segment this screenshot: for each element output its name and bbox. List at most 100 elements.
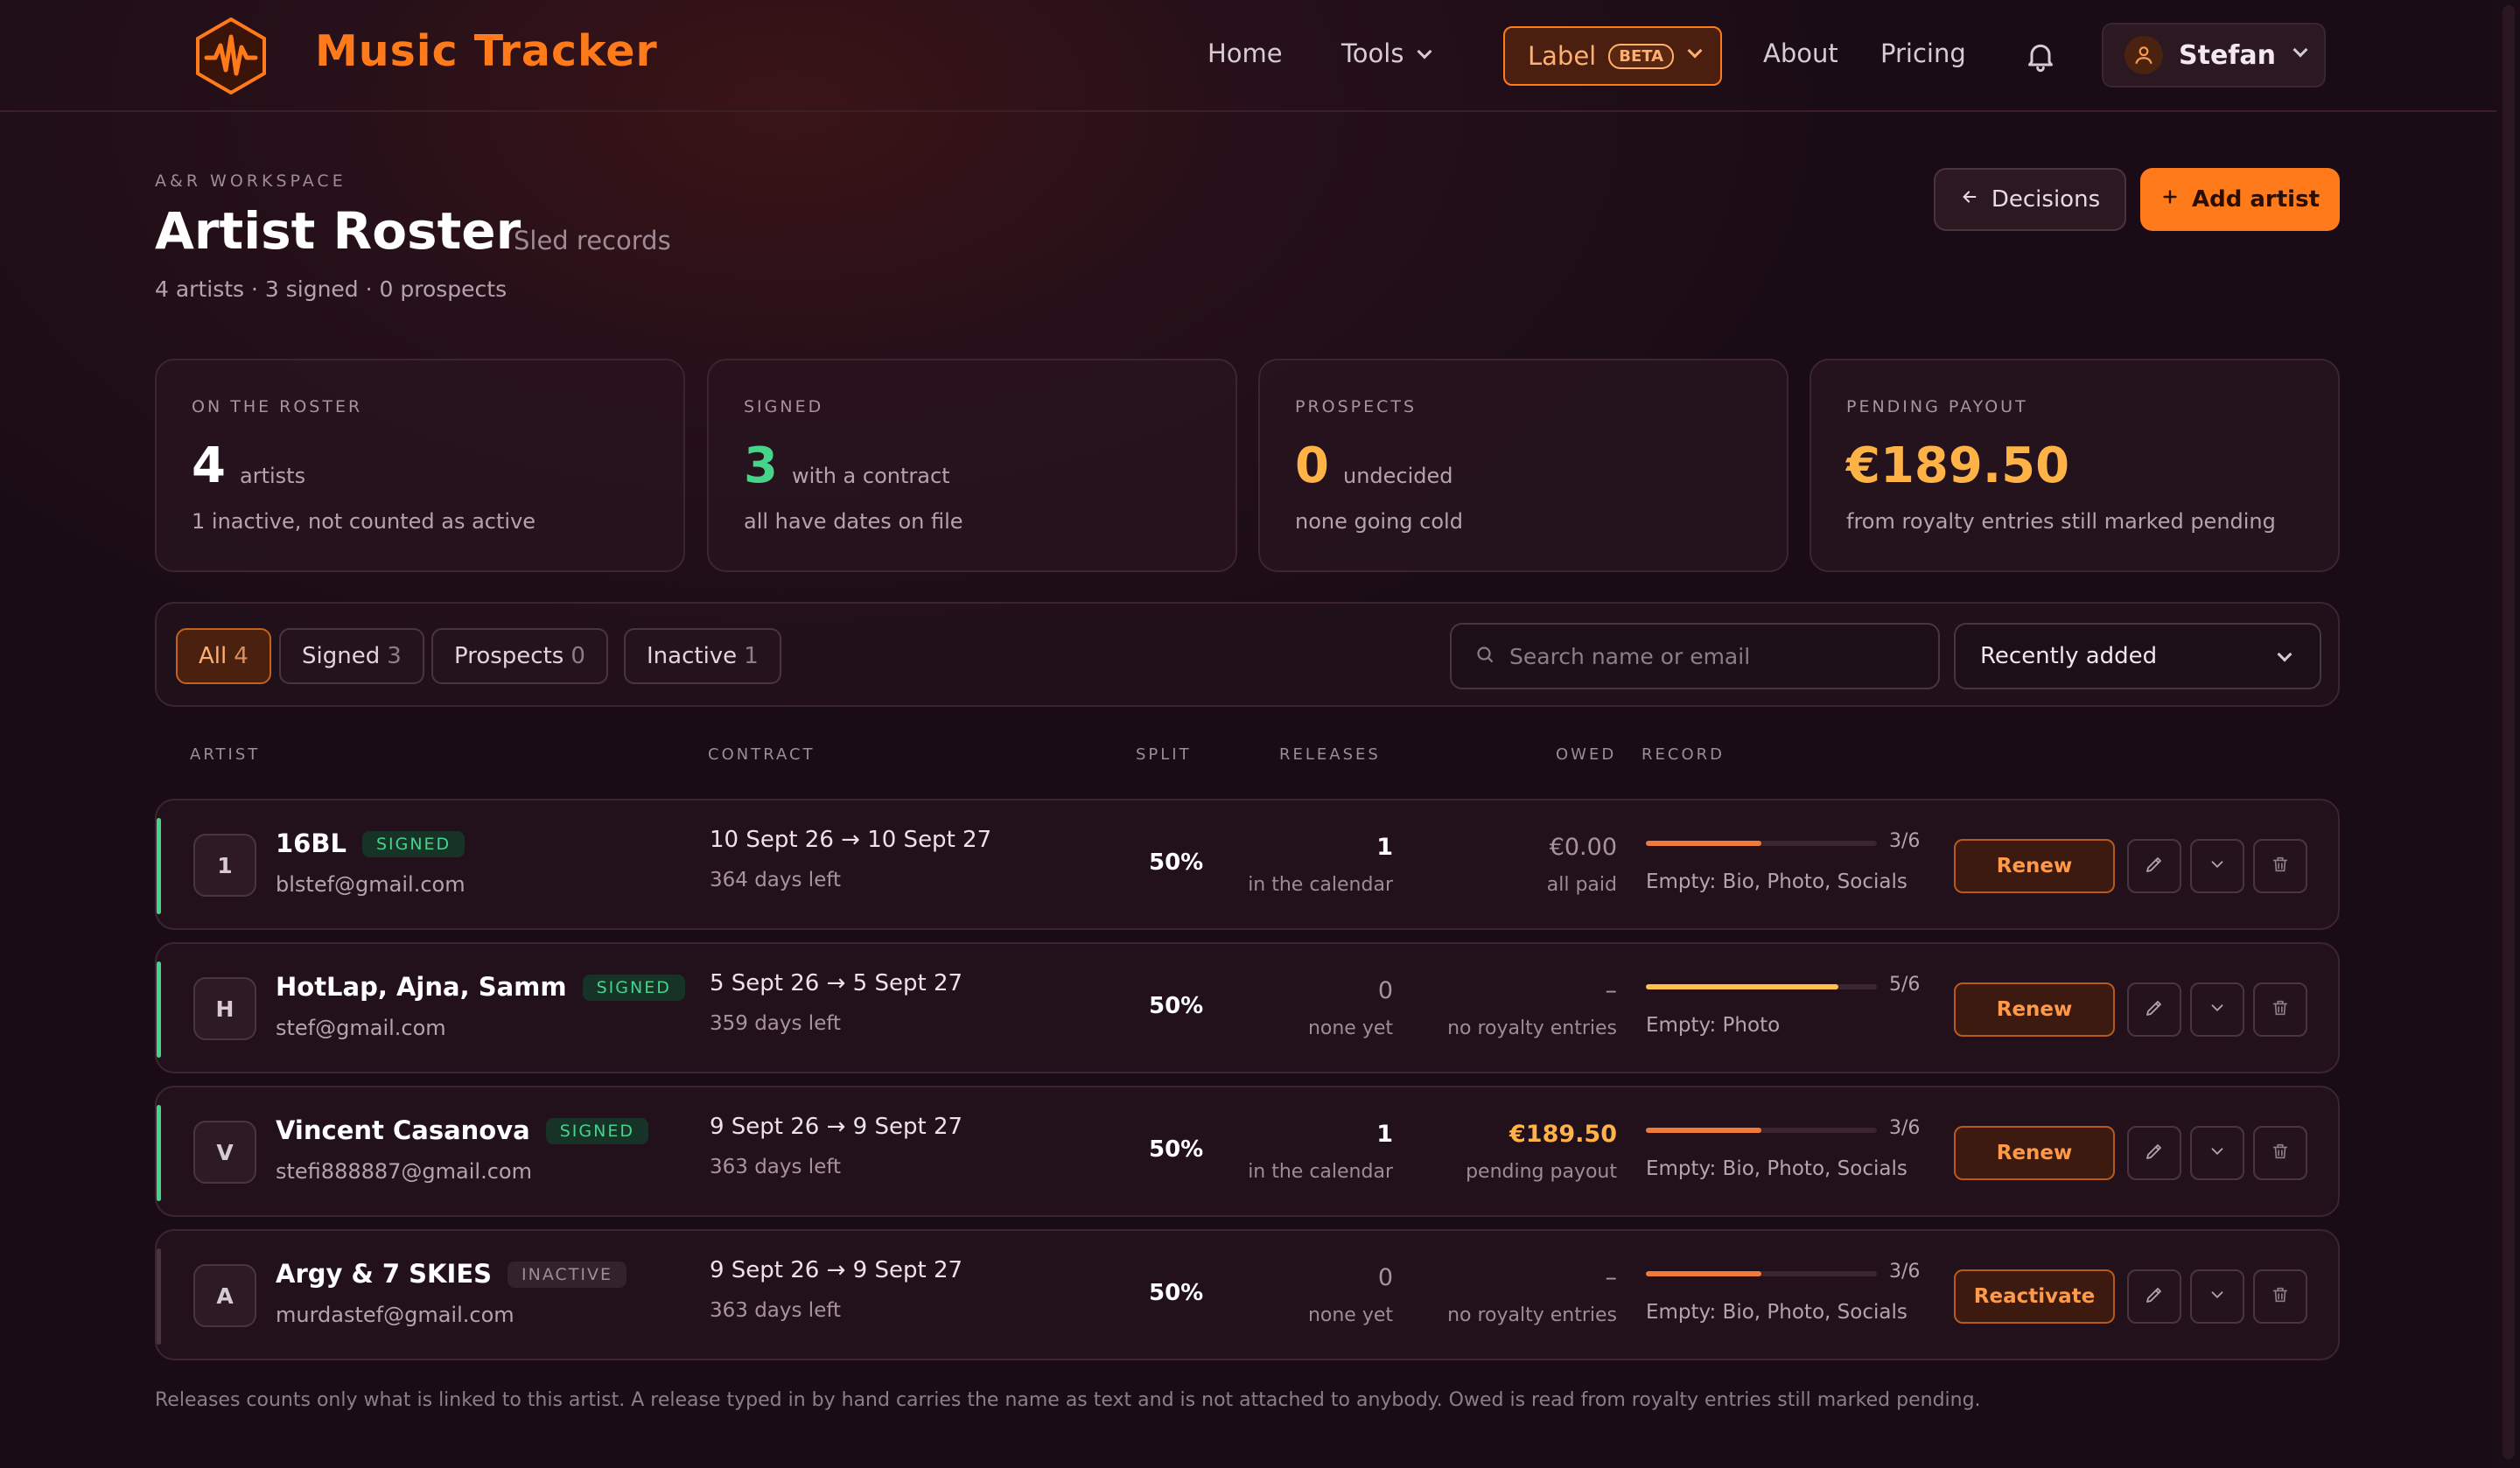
nav-home[interactable]: Home [1208, 38, 1283, 68]
delete-button[interactable] [2253, 1126, 2307, 1180]
releases-count: 0 [1377, 1264, 1393, 1291]
arrow-left-icon [1960, 186, 1979, 213]
record-progress-fill [1646, 984, 1838, 989]
nav-tools[interactable]: Tools [1341, 38, 1432, 68]
contract-days-left: 363 days left [710, 1156, 842, 1178]
row-status-accent [157, 961, 161, 1058]
releases-note: in the calendar [1248, 874, 1393, 896]
delete-button[interactable] [2253, 1269, 2307, 1324]
status-badge: SIGNED [545, 1118, 648, 1144]
chevron-down-icon [2277, 647, 2292, 662]
table-row[interactable]: A Argy & 7 SKIES INACTIVE murdastef@gmail… [155, 1229, 2340, 1360]
filter-chip-label: Prospects [454, 643, 564, 669]
table-footnote: Releases counts only what is linked to t… [155, 1389, 1981, 1411]
record-progress-text: 3/6 [1889, 1261, 1921, 1283]
split-value: 50% [1149, 993, 1204, 1019]
column-header-artist[interactable]: ARTIST [190, 745, 260, 764]
edit-button[interactable] [2127, 1126, 2181, 1180]
artist-name[interactable]: Argy & 7 SKIES INACTIVE [276, 1259, 626, 1290]
avatar: A [193, 1264, 256, 1327]
artist-name-text: Argy & 7 SKIES [276, 1259, 493, 1289]
expand-button[interactable] [2190, 839, 2244, 893]
row-status-accent [157, 1248, 161, 1345]
column-header-split[interactable]: SPLIT [1136, 745, 1192, 764]
renew-button[interactable]: Renew [1954, 1126, 2115, 1180]
decisions-label: Decisions [1991, 186, 2101, 213]
renew-button[interactable]: Renew [1954, 982, 2115, 1037]
trash-icon [2271, 1285, 2290, 1308]
artist-name[interactable]: Vincent Casanova SIGNED [276, 1115, 648, 1147]
split-value: 50% [1149, 1280, 1204, 1306]
expand-button[interactable] [2190, 1126, 2244, 1180]
stat-card-signed: SIGNED 3 with a contract all have dates … [707, 359, 1237, 572]
user-name: Stefan [2179, 39, 2276, 71]
scrollbar-track[interactable] [2496, 0, 2520, 1468]
beta-badge: BETA [1608, 43, 1675, 69]
artist-name[interactable]: HotLap, Ajna, Samm SIGNED [276, 972, 685, 1003]
column-header-releases[interactable]: RELEASES [1279, 745, 1381, 764]
delete-button[interactable] [2253, 839, 2307, 893]
filter-chip-label: Inactive [647, 643, 738, 669]
artist-email: stef@gmail.com [276, 1016, 446, 1040]
stat-card-note: 1 inactive, not counted as active [192, 509, 536, 534]
filter-chip-inactive[interactable]: Inactive 1 [624, 628, 781, 684]
edit-button[interactable] [2127, 839, 2181, 893]
avatar: H [193, 977, 256, 1040]
owed-amount: – [1605, 977, 1618, 1004]
filter-chip-count: 4 [234, 643, 248, 669]
expand-button[interactable] [2190, 982, 2244, 1037]
search-input[interactable] [1509, 643, 1929, 669]
status-badge: SIGNED [361, 831, 466, 857]
filter-chip-signed[interactable]: Signed 3 [279, 628, 424, 684]
stat-card-value: €189.50 [1846, 437, 2070, 494]
chevron-down-icon [2208, 1285, 2227, 1308]
search-icon [1474, 644, 1495, 668]
renew-button[interactable]: Renew [1954, 839, 2115, 893]
releases-count: 1 [1376, 1121, 1393, 1148]
edit-button[interactable] [2127, 1269, 2181, 1324]
reactivate-button[interactable]: Reactivate [1954, 1269, 2115, 1324]
filter-chip-count: 1 [744, 643, 759, 669]
split-value: 50% [1149, 1136, 1204, 1163]
artist-email: blstef@gmail.com [276, 872, 466, 897]
top-navigation: Music Tracker Home Tools Label BETA Abou… [0, 0, 2496, 112]
filter-chip-all[interactable]: All 4 [176, 628, 271, 684]
avatar: 1 [193, 834, 256, 897]
nav-label-dropdown[interactable]: Label BETA [1503, 26, 1722, 86]
contract-days-left: 363 days left [710, 1299, 842, 1322]
sort-select[interactable]: Recently added [1954, 623, 2321, 689]
releases-note: none yet [1307, 1017, 1393, 1039]
column-header-owed[interactable]: OWED [1556, 745, 1616, 764]
stat-card-unit: with a contract [792, 464, 950, 488]
user-icon [2124, 36, 2163, 74]
expand-button[interactable] [2190, 1269, 2244, 1324]
table-row[interactable]: 1 16BL SIGNED blstef@gmail.com 10 Sept 26… [155, 799, 2340, 930]
artist-email: murdastef@gmail.com [276, 1303, 514, 1327]
logo-waveform-icon[interactable] [194, 17, 268, 95]
search-field[interactable] [1450, 623, 1940, 689]
owed-note: all paid [1546, 874, 1617, 896]
stat-card-label: ON THE ROSTER [192, 397, 363, 416]
scrollbar-thumb[interactable] [2502, 5, 2515, 1459]
delete-button[interactable] [2253, 982, 2307, 1037]
nav-pricing[interactable]: Pricing [1880, 38, 1966, 68]
edit-icon [2144, 854, 2165, 878]
artist-email: stefi888887@gmail.com [276, 1159, 532, 1184]
stat-card-value: 0 [1295, 437, 1329, 494]
edit-button[interactable] [2127, 982, 2181, 1037]
column-header-contract[interactable]: CONTRACT [708, 745, 816, 764]
contract-range: 9 Sept 26 → 9 Sept 27 [710, 1257, 963, 1283]
table-row[interactable]: H HotLap, Ajna, Samm SIGNED stef@gmail.co… [155, 942, 2340, 1073]
record-progress-text: 5/6 [1889, 974, 1921, 996]
add-artist-button[interactable]: Add artist [2140, 168, 2340, 231]
releases-count: 0 [1377, 977, 1393, 1004]
nav-about[interactable]: About [1763, 38, 1838, 68]
decisions-button[interactable]: Decisions [1934, 168, 2126, 231]
bell-icon[interactable] [2023, 38, 2058, 73]
user-menu[interactable]: Stefan [2102, 23, 2326, 87]
column-header-record[interactable]: RECORD [1642, 745, 1725, 764]
artist-name[interactable]: 16BL SIGNED [276, 828, 466, 860]
table-row[interactable]: V Vincent Casanova SIGNED stefi888887@gma… [155, 1086, 2340, 1217]
brand-name[interactable]: Music Tracker [315, 26, 658, 76]
filter-chip-prospects[interactable]: Prospects 0 [431, 628, 608, 684]
